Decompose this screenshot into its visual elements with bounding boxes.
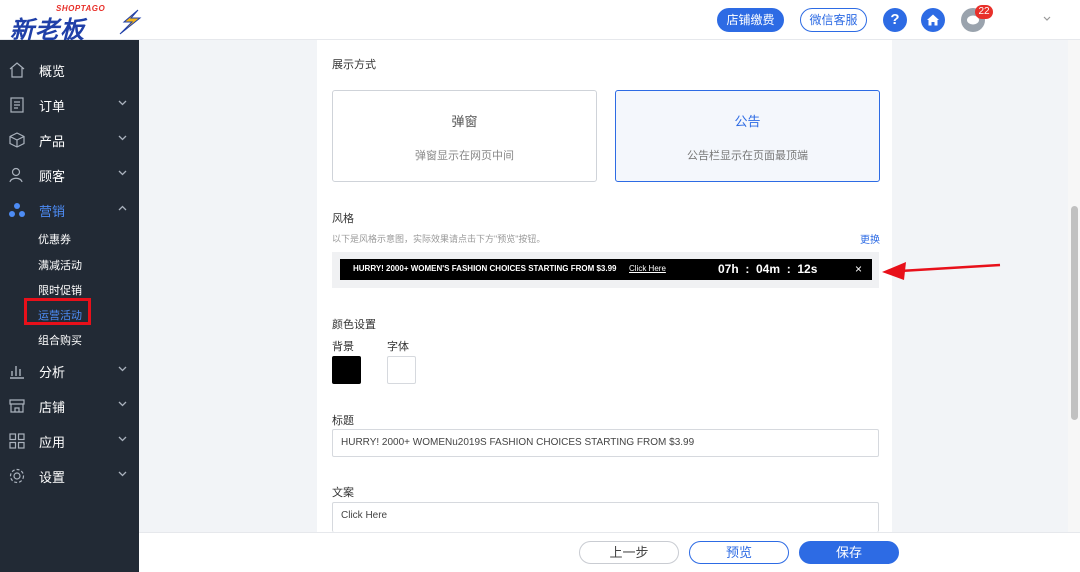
background-color-swatch[interactable] <box>332 356 361 384</box>
sidebar-subitem-bundle[interactable]: 组合购买 <box>38 332 82 348</box>
display-mode-label: 展示方式 <box>332 59 376 71</box>
sidebar-item-label: 顾客 <box>39 169 66 184</box>
close-icon: × <box>855 262 863 276</box>
title-label: 标题 <box>332 415 354 427</box>
home-outline-icon <box>9 62 25 78</box>
sidebar-item-label: 产品 <box>39 134 66 149</box>
bar-chart-icon <box>10 366 24 379</box>
notice-mode-card[interactable]: 公告 公告栏显示在页面最顶端 <box>615 90 880 182</box>
sidebar-item-label: 设置 <box>39 470 66 485</box>
top-header: SHOPTAGO 新老板 店铺缴费 微信客服 ? 22 <box>0 0 1080 44</box>
scrollbar-thumb[interactable] <box>1071 206 1078 420</box>
sidebar-subitem-coupons[interactable]: 优惠券 <box>38 231 71 247</box>
store-fee-button[interactable]: 店铺缴费 <box>717 8 784 32</box>
sidebar-item-label: 应用 <box>39 435 66 450</box>
chevron-up-icon <box>118 205 127 211</box>
home-icon[interactable] <box>921 8 945 32</box>
sidebar: 概览 订单 产品 顾客 营销 优惠券 满减活动 限时促销 运营活动 组合购买 分… <box>0 40 139 572</box>
marketing-icon <box>9 203 25 217</box>
chevron-down-icon <box>118 366 127 372</box>
sidebar-item-settings[interactable]: 设置 <box>0 460 139 490</box>
annotation-arrow-icon <box>882 262 1001 280</box>
announcement-bar-preview: HURRY! 2000+ WOMEN'S FASHION CHOICES STA… <box>340 259 872 280</box>
logo-swoosh-icon <box>119 9 142 35</box>
gear-icon <box>9 468 25 484</box>
logo[interactable]: SHOPTAGO 新老板 <box>10 4 142 44</box>
account-dropdown-icon[interactable] <box>1043 16 1051 22</box>
footer-bar: 上一步 预览 保存 <box>139 532 1080 572</box>
font-color-label: 字体 <box>387 341 409 353</box>
copy-input[interactable]: Click Here <box>332 502 879 532</box>
help-icon[interactable]: ? <box>883 8 907 32</box>
house-glyph-icon <box>927 14 939 26</box>
chevron-down-icon <box>118 436 127 442</box>
sidebar-item-products[interactable]: 产品 <box>0 124 139 154</box>
popup-mode-card[interactable]: 弹窗 弹窗显示在网页中间 <box>332 90 597 182</box>
sidebar-item-customers[interactable]: 顾客 <box>0 159 139 189</box>
sidebar-subitem-discount[interactable]: 满减活动 <box>38 257 82 273</box>
background-color-label: 背景 <box>332 341 354 353</box>
chevron-down-icon <box>118 100 127 106</box>
style-label: 风格 <box>332 213 354 225</box>
color-settings-label: 颜色设置 <box>332 319 376 331</box>
apps-icon <box>9 433 25 449</box>
title-input[interactable]: HURRY! 2000+ WOMENu2019S FASHION CHOICES… <box>332 429 879 457</box>
style-preview: HURRY! 2000+ WOMEN'S FASHION CHOICES STA… <box>332 252 879 288</box>
active-subitem-highlight <box>24 298 91 325</box>
store-icon <box>9 399 25 413</box>
sidebar-item-label: 订单 <box>39 99 66 114</box>
chevron-down-icon <box>118 471 127 477</box>
sidebar-item-label: 分析 <box>39 365 66 380</box>
box-icon <box>9 132 25 148</box>
previous-step-button[interactable]: 上一步 <box>579 541 679 564</box>
style-hint: 以下是风格示意图，实际效果请点击下方"预览"按钮。 <box>332 234 546 244</box>
sidebar-item-label: 店铺 <box>39 400 66 415</box>
sidebar-subitem-flash-sale[interactable]: 限时促销 <box>38 282 82 298</box>
sidebar-item-marketing[interactable]: 营销 <box>0 194 139 224</box>
popup-mode-desc: 弹窗显示在网页中间 <box>415 150 514 162</box>
chevron-down-icon <box>118 170 127 176</box>
sidebar-item-label: 概览 <box>39 64 66 79</box>
announcement-message: HURRY! 2000+ WOMEN'S FASHION CHOICES STA… <box>353 264 617 273</box>
font-color-swatch[interactable] <box>387 356 416 384</box>
chevron-down-icon <box>118 135 127 141</box>
notice-mode-title: 公告 <box>734 114 761 129</box>
save-button[interactable]: 保存 <box>799 541 899 564</box>
notification-badge: 22 <box>975 5 993 19</box>
chevron-down-icon <box>118 401 127 407</box>
change-style-link[interactable]: 更换 <box>860 231 880 246</box>
countdown-timer: 07h : 04m : 12s <box>718 262 818 276</box>
preview-button[interactable]: 预览 <box>689 541 789 564</box>
announcement-link: Click Here <box>629 264 666 273</box>
document-icon <box>10 97 24 113</box>
popup-mode-title: 弹窗 <box>451 114 478 129</box>
sidebar-item-analytics[interactable]: 分析 <box>0 355 139 385</box>
sidebar-item-store[interactable]: 店铺 <box>0 390 139 420</box>
sidebar-item-overview[interactable]: 概览 <box>0 54 139 84</box>
copy-label: 文案 <box>332 487 354 499</box>
user-icon <box>9 167 23 183</box>
sidebar-item-label: 营销 <box>39 204 66 219</box>
wechat-service-button[interactable]: 微信客服 <box>800 8 867 32</box>
notice-mode-desc: 公告栏显示在页面最顶端 <box>687 150 808 162</box>
sidebar-item-orders[interactable]: 订单 <box>0 89 139 119</box>
main-panel: 展示方式 弹窗 弹窗显示在网页中间 公告 公告栏显示在页面最顶端 风格 以下是风… <box>317 40 892 532</box>
sidebar-item-apps[interactable]: 应用 <box>0 425 139 455</box>
